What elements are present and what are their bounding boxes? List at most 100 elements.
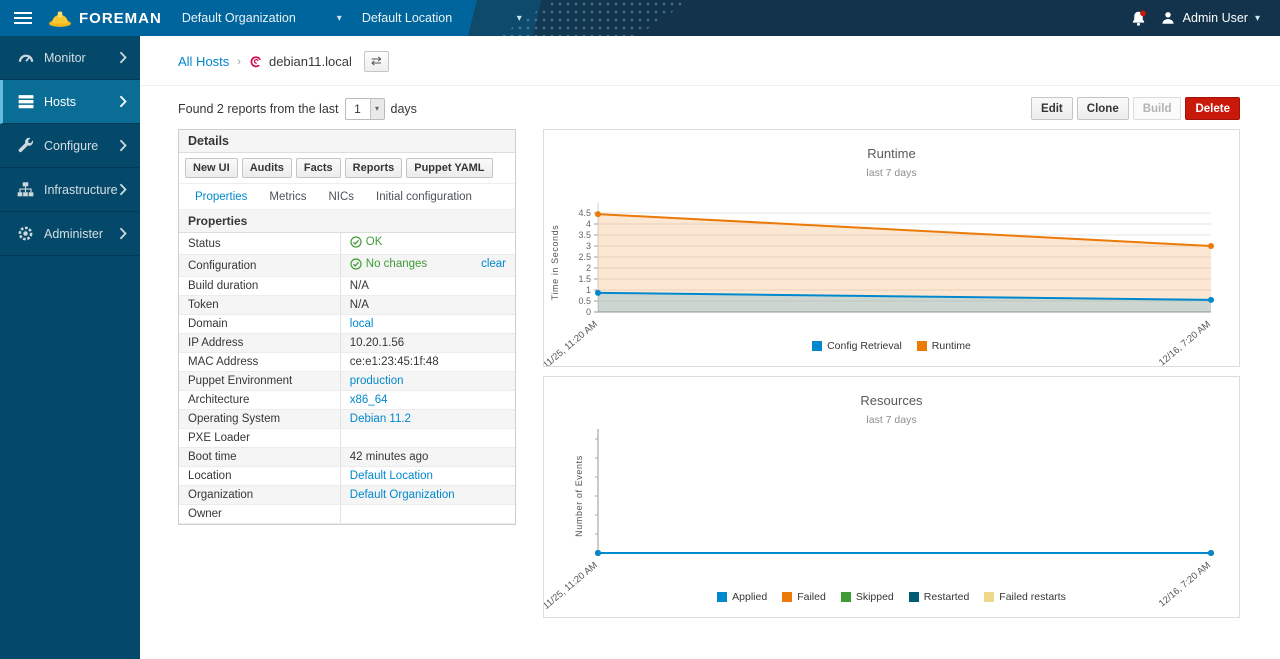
property-label: PXE Loader <box>179 429 340 448</box>
property-row-location: LocationDefault Location <box>179 467 515 486</box>
facts-button[interactable]: Facts <box>296 158 341 178</box>
legend-item-runtime[interactable]: Runtime <box>917 340 971 352</box>
delete-button[interactable]: Delete <box>1185 97 1240 120</box>
sidebar-item-label: Hosts <box>44 95 119 109</box>
sidebar-item-label: Infrastructure <box>44 183 119 197</box>
tab-metrics[interactable]: Metrics <box>259 184 316 209</box>
property-value-link[interactable]: Debian 11.2 <box>350 413 411 425</box>
property-row-pxe-loader: PXE Loader <box>179 429 515 448</box>
legend-label: Failed <box>797 591 826 603</box>
property-row-mac-address: MAC Addressce:e1:23:45:1f:48 <box>179 353 515 372</box>
legend-item-failed-restarts[interactable]: Failed restarts <box>984 591 1066 603</box>
sidebar-item-administer[interactable]: Administer <box>0 212 140 256</box>
tab-initial-configuration[interactable]: Initial configuration <box>366 184 482 209</box>
sidebar-item-label: Monitor <box>44 51 119 65</box>
foreman-logo-icon <box>48 9 72 28</box>
property-row-puppet-environment: Puppet Environmentproduction <box>179 372 515 391</box>
property-row-build-duration: Build durationN/A <box>179 277 515 296</box>
legend-swatch <box>984 592 994 602</box>
sidebar-item-monitor[interactable]: Monitor <box>0 36 140 80</box>
report-range: Found 2 reports from the last 1 ▾ days <box>178 98 417 120</box>
breadcrumb-all-hosts-link[interactable]: All Hosts <box>178 54 229 69</box>
menu-toggle-icon[interactable] <box>14 9 34 27</box>
days-select[interactable]: 1 ▾ <box>345 98 385 120</box>
sidebar: Monitor Hosts Configure Infrastructure Admin… <box>0 36 140 659</box>
legend-item-failed[interactable]: Failed <box>782 591 826 603</box>
svg-text:0: 0 <box>586 307 591 317</box>
masthead-pattern <box>500 0 690 36</box>
host-switcher-button[interactable]: ⇄ <box>364 51 389 72</box>
host-action-buttons: EditCloneBuildDelete <box>1031 97 1240 120</box>
legend-item-applied[interactable]: Applied <box>717 591 767 603</box>
edit-button[interactable]: Edit <box>1031 97 1073 120</box>
user-menu[interactable]: Admin User ▾ <box>1160 10 1260 26</box>
legend-swatch <box>917 341 927 351</box>
sidebar-item-infrastructure[interactable]: Infrastructure <box>0 168 140 212</box>
tab-properties[interactable]: Properties <box>185 184 257 209</box>
chevron-right-icon <box>119 139 128 152</box>
toolbar: Found 2 reports from the last 1 ▾ days E… <box>140 86 1280 120</box>
charts-column: Runtimelast 7 daysTime in Seconds00.511.… <box>543 129 1240 618</box>
report-range-text-after: days <box>391 102 417 116</box>
chevron-down-icon: ▾ <box>517 13 522 24</box>
legend-label: Failed restarts <box>999 591 1066 603</box>
sidebar-item-configure[interactable]: Configure <box>0 124 140 168</box>
chevron-down-icon: ▾ <box>1255 13 1260 24</box>
property-value: 42 minutes ago <box>340 448 515 467</box>
svg-text:2.5: 2.5 <box>578 252 591 262</box>
tab-nics[interactable]: NICs <box>318 184 364 209</box>
sidebar-item-hosts[interactable]: Hosts <box>0 80 140 124</box>
y-axis-label: Time in Seconds <box>550 225 560 301</box>
property-row-status: StatusOK <box>179 233 515 255</box>
details-panel: Details New UIAuditsFactsReportsPuppet Y… <box>178 129 516 525</box>
server-icon <box>17 93 34 110</box>
brand[interactable]: FOREMAN <box>48 9 162 28</box>
clone-button[interactable]: Clone <box>1077 97 1129 120</box>
legend-item-restarted[interactable]: Restarted <box>909 591 970 603</box>
sidebar-item-label: Administer <box>44 227 119 241</box>
property-label: Organization <box>179 486 340 505</box>
property-value-link[interactable]: Default Location <box>350 470 433 482</box>
property-row-organization: Organization Default Organization <box>179 486 515 505</box>
clear-link[interactable]: clear <box>481 258 506 270</box>
organization-selector[interactable]: Default Organization ▾ <box>182 11 342 25</box>
chevron-right-icon <box>119 183 128 196</box>
main-content: All Hosts › debian11.local ⇄ Found 2 rep… <box>140 36 1280 618</box>
legend-item-skipped[interactable]: Skipped <box>841 591 894 603</box>
properties-table: Properties StatusOKConfigurationNo chang… <box>179 210 515 524</box>
location-selector[interactable]: Default Location ▾ <box>362 11 522 25</box>
new-ui-button[interactable]: New UI <box>185 158 238 178</box>
location-selector-value: Default Location <box>362 11 452 25</box>
reports-button[interactable]: Reports <box>345 158 403 178</box>
property-value-link[interactable]: x86_64 <box>350 394 388 406</box>
property-row-configuration: ConfigurationNo changesclear <box>179 255 515 277</box>
status-ok-icon: OK <box>350 236 383 248</box>
property-row-operating-system: Operating SystemDebian 11.2 <box>179 410 515 429</box>
notifications-bell-icon[interactable] <box>1130 10 1147 27</box>
legend-item-config-retrieval[interactable]: Config Retrieval <box>812 340 902 352</box>
details-heading: Details <box>179 130 515 153</box>
property-value-link[interactable]: production <box>350 375 404 387</box>
status-ok-icon: No changes <box>350 258 427 270</box>
property-value-link[interactable]: Default Organization <box>350 489 455 501</box>
property-label: Owner <box>179 505 340 524</box>
legend-swatch <box>812 341 822 351</box>
property-value: OK <box>340 233 515 255</box>
wrench-icon <box>17 137 34 154</box>
property-label: Boot time <box>179 448 340 467</box>
audits-button[interactable]: Audits <box>242 158 292 178</box>
puppet-yaml-button[interactable]: Puppet YAML <box>406 158 492 178</box>
debian-os-icon <box>249 55 263 69</box>
property-value: N/A <box>340 296 515 315</box>
property-value: N/A <box>340 277 515 296</box>
property-label: Architecture <box>179 391 340 410</box>
resources-chart-panel: Resourceslast 7 daysNumber of Events11/2… <box>543 376 1240 618</box>
sidebar-item-label: Configure <box>44 139 119 153</box>
property-value-link[interactable]: local <box>350 318 374 330</box>
runtime-chart: Runtimelast 7 daysTime in Seconds00.511.… <box>544 130 1239 366</box>
resources-legend: Applied Failed Skipped Restarted Failed rest… <box>544 591 1239 603</box>
property-value: Default Location <box>340 467 515 486</box>
svg-text:0.5: 0.5 <box>578 296 591 306</box>
report-range-text-before: Found 2 reports from the last <box>178 102 339 116</box>
chevron-right-icon <box>119 51 128 64</box>
